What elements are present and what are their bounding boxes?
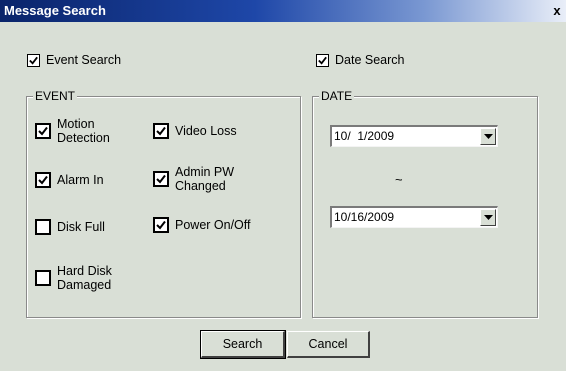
end-date-select[interactable]: 10/16/2009 — [330, 206, 498, 228]
alarm-in-check-icon — [35, 172, 51, 188]
event-hard-disk-damaged-checkbox[interactable]: Hard Disk Damaged — [35, 264, 112, 292]
motion-detection-label: Motion Detection — [57, 117, 110, 145]
event-search-checkbox[interactable]: Event Search — [27, 53, 121, 67]
start-date-value: 10/ 1/2009 — [334, 129, 395, 143]
admin-pw-changed-label: Admin PW Changed — [175, 165, 235, 193]
disk-full-check-icon — [35, 219, 51, 235]
date-search-label: Date Search — [335, 53, 405, 67]
event-disk-full-checkbox[interactable]: Disk Full — [35, 219, 105, 235]
end-date-dropdown-button[interactable] — [480, 209, 496, 226]
chevron-down-icon — [484, 134, 493, 139]
date-range-separator: ~ — [395, 172, 403, 187]
event-motion-detection-checkbox[interactable]: Motion Detection — [35, 117, 110, 145]
event-admin-pw-changed-checkbox[interactable]: Admin PW Changed — [153, 165, 234, 193]
event-power-on-off-checkbox[interactable]: Power On/Off — [153, 217, 251, 233]
search-button[interactable]: Search — [200, 330, 286, 359]
power-on-off-check-icon — [153, 217, 169, 233]
disk-full-label: Disk Full — [57, 220, 105, 234]
cancel-button[interactable]: Cancel — [287, 331, 370, 358]
hard-disk-damaged-label: Hard Disk Damaged — [57, 264, 112, 292]
power-on-off-label: Power On/Off — [175, 218, 251, 232]
video-loss-label: Video Loss — [175, 124, 237, 138]
chevron-down-icon — [484, 215, 493, 220]
date-search-checkbox[interactable]: Date Search — [316, 53, 404, 67]
hard-disk-damaged-check-icon — [35, 270, 51, 286]
event-search-check-icon — [27, 53, 40, 67]
date-search-check-icon — [316, 53, 329, 67]
message-search-dialog: Message Search x Event Search Date Searc… — [0, 0, 566, 371]
admin-pw-changed-check-icon — [153, 171, 169, 187]
window-title: Message Search — [4, 3, 106, 18]
start-date-dropdown-button[interactable] — [480, 128, 496, 145]
video-loss-check-icon — [153, 123, 169, 139]
start-date-select[interactable]: 10/ 1/2009 — [330, 125, 498, 147]
title-bar[interactable]: Message Search x — [0, 0, 566, 22]
event-video-loss-checkbox[interactable]: Video Loss — [153, 123, 237, 139]
event-group-title: EVENT — [33, 89, 78, 103]
motion-detection-check-icon — [35, 123, 51, 139]
end-date-value: 10/16/2009 — [334, 210, 395, 224]
close-button[interactable]: x — [550, 3, 564, 18]
alarm-in-label: Alarm In — [57, 173, 104, 187]
date-group-title: DATE — [319, 89, 355, 103]
event-search-label: Event Search — [46, 53, 122, 67]
event-alarm-in-checkbox[interactable]: Alarm In — [35, 172, 104, 188]
